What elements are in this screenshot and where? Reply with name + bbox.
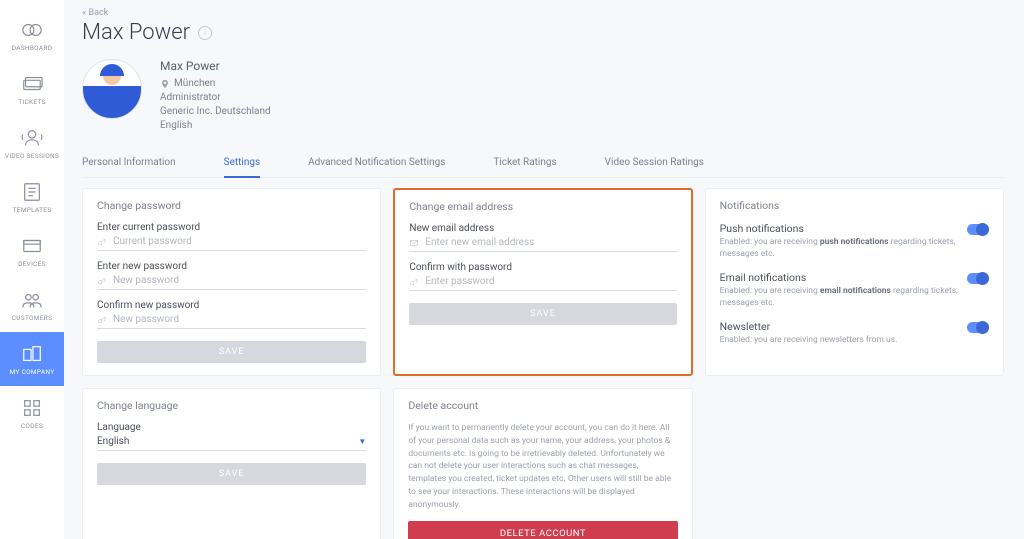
- card-title: Notifications: [720, 199, 989, 212]
- email-notifications-row: Email notifications Enabled: you are rec…: [720, 271, 989, 310]
- sidebar-item-devices[interactable]: DEVICES: [0, 224, 64, 278]
- tab-video-ratings[interactable]: Video Session Ratings: [605, 157, 704, 177]
- sidebar-item-codes[interactable]: CODES: [0, 386, 64, 440]
- delete-account-button[interactable]: DELETE ACCOUNT: [408, 521, 677, 539]
- delete-account-card: Delete account If you want to permanentl…: [393, 388, 692, 539]
- delete-account-text: If you want to permanently delete your a…: [408, 422, 677, 511]
- language-select[interactable]: English ▼: [97, 436, 366, 451]
- notif-desc: Enabled: you are receiving push notifica…: [720, 237, 959, 261]
- chevron-down-icon: ▼: [358, 437, 366, 446]
- change-language-card: Change language Language English ▼ SAVE: [82, 388, 381, 539]
- tab-personal-info[interactable]: Personal Information: [82, 157, 176, 177]
- templates-icon: [21, 181, 43, 203]
- key-icon: [409, 277, 419, 287]
- push-notifications-row: Push notifications Enabled: you are rece…: [720, 222, 989, 261]
- card-title: Change email address: [409, 200, 676, 213]
- sidebar-item-customers[interactable]: CUSTOMERS: [0, 278, 64, 332]
- card-title: Change language: [97, 399, 366, 412]
- field-label: Confirm with password: [409, 262, 676, 273]
- sidebar: DASHBOARD TICKETS VIDEO SESSIONS TEMPLAT…: [0, 0, 64, 539]
- sidebar-item-label: TEMPLATES: [13, 206, 52, 214]
- video-sessions-icon: [21, 127, 43, 149]
- profile-header: Max Power München Administrator Generic …: [82, 59, 1004, 131]
- sidebar-item-label: CODES: [21, 422, 43, 430]
- sidebar-item-label: MY COMPANY: [10, 368, 55, 376]
- tab-adv-notifications[interactable]: Advanced Notification Settings: [308, 157, 445, 177]
- push-toggle[interactable]: [967, 224, 989, 235]
- profile-location-text: München: [174, 78, 215, 89]
- sidebar-item-label: DEVICES: [18, 260, 46, 268]
- new-password-input[interactable]: [113, 275, 366, 286]
- language-value: English: [97, 436, 129, 447]
- page-title: Max Power i: [82, 20, 1004, 45]
- save-language-button[interactable]: SAVE: [97, 463, 366, 485]
- customers-icon: [21, 289, 43, 311]
- key-icon: [97, 315, 107, 325]
- field-label: Language: [97, 422, 366, 433]
- card-title: Change password: [97, 199, 366, 212]
- change-email-card: Change email address New email address C…: [393, 188, 692, 376]
- change-password-card: Change password Enter current password E…: [82, 188, 381, 376]
- sidebar-item-my-company[interactable]: MY COMPANY: [0, 332, 64, 386]
- sidebar-item-label: DASHBOARD: [12, 44, 53, 52]
- email-toggle[interactable]: [967, 273, 989, 284]
- save-password-button[interactable]: SAVE: [97, 341, 366, 363]
- profile-location: München: [160, 78, 271, 89]
- notif-title: Newsletter: [720, 320, 959, 333]
- devices-icon: [21, 235, 43, 257]
- key-icon: [97, 276, 107, 286]
- sidebar-item-templates[interactable]: TEMPLATES: [0, 170, 64, 224]
- sidebar-item-label: VIDEO SESSIONS: [5, 152, 59, 160]
- field-label: Enter current password: [97, 222, 366, 233]
- my-company-icon: [21, 343, 43, 365]
- avatar: [82, 59, 142, 119]
- sidebar-item-dashboard[interactable]: DASHBOARD: [0, 8, 64, 62]
- tab-settings[interactable]: Settings: [224, 157, 261, 178]
- email-confirm-password-input[interactable]: [425, 276, 676, 287]
- notif-desc: Enabled: you are receiving email notific…: [720, 286, 959, 310]
- tab-ticket-ratings[interactable]: Ticket Ratings: [493, 157, 556, 177]
- confirm-password-input[interactable]: [113, 314, 366, 325]
- codes-icon: [21, 397, 43, 419]
- info-icon[interactable]: i: [198, 26, 212, 40]
- current-password-input[interactable]: [113, 236, 366, 247]
- notif-title: Push notifications: [720, 222, 959, 235]
- sidebar-item-label: TICKETS: [18, 98, 46, 106]
- save-email-button[interactable]: SAVE: [409, 303, 676, 325]
- dashboard-icon: [21, 19, 43, 41]
- field-label: Confirm new password: [97, 300, 366, 311]
- back-link[interactable]: « Back: [82, 8, 1004, 18]
- sidebar-item-tickets[interactable]: TICKETS: [0, 62, 64, 116]
- profile-language: English: [160, 120, 271, 131]
- tickets-icon: [21, 73, 43, 95]
- notif-title: Email notifications: [720, 271, 959, 284]
- notif-desc: Enabled: you are receiving newsletters f…: [720, 335, 959, 347]
- field-label: Enter new password: [97, 261, 366, 272]
- card-title: Delete account: [408, 399, 677, 412]
- notifications-card: Notifications Push notifications Enabled…: [705, 188, 1004, 376]
- pin-icon: [160, 79, 170, 89]
- profile-name: Max Power: [160, 59, 271, 73]
- key-icon: [97, 237, 107, 247]
- sidebar-item-video-sessions[interactable]: VIDEO SESSIONS: [0, 116, 64, 170]
- tabs: Personal Information Settings Advanced N…: [82, 157, 1004, 178]
- new-email-input[interactable]: [425, 237, 676, 248]
- email-icon: [409, 238, 419, 248]
- newsletter-toggle[interactable]: [967, 322, 989, 333]
- sidebar-item-label: CUSTOMERS: [12, 314, 53, 322]
- newsletter-row: Newsletter Enabled: you are receiving ne…: [720, 320, 989, 347]
- main-content: « Back Max Power i Max Power München Adm…: [64, 0, 1024, 539]
- page-title-text: Max Power: [82, 20, 190, 45]
- field-label: New email address: [409, 223, 676, 234]
- profile-role: Administrator: [160, 92, 271, 103]
- profile-info: Max Power München Administrator Generic …: [160, 59, 271, 131]
- profile-company: Generic Inc. Deutschland: [160, 106, 271, 117]
